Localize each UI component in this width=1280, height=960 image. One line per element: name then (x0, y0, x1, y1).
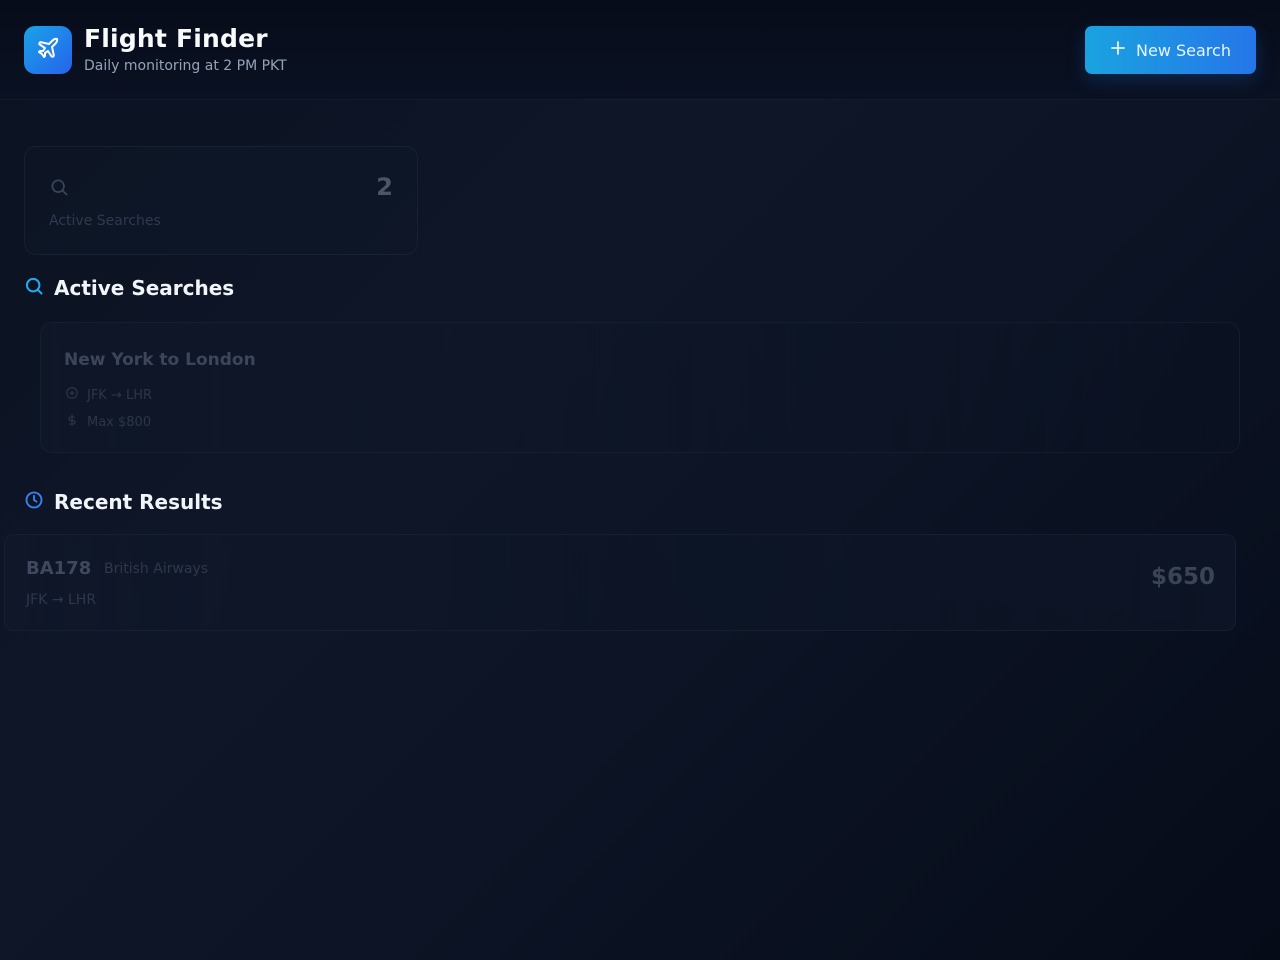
dollar-icon (65, 413, 79, 431)
app-logo (24, 26, 72, 74)
search-price-row: Max $800 (65, 413, 151, 431)
search-max-price: Max $800 (87, 414, 152, 430)
clock-icon (24, 490, 44, 514)
flight-number: BA178 (26, 558, 92, 579)
search-route-row: JFK → LHR (65, 386, 152, 404)
section-title: Active Searches (54, 276, 235, 300)
recent-results-heading: Recent Results (24, 490, 223, 514)
active-searches-stat-label: Active Searches (49, 213, 161, 229)
active-searches-count: 2 (376, 173, 393, 201)
search-icon (49, 177, 69, 201)
search-name: New York to London (64, 350, 256, 370)
plane-icon (36, 36, 60, 64)
result-price: $650 (1150, 564, 1215, 590)
active-searches-stat-card: 2 Active Searches (24, 146, 418, 255)
app-header: Flight Finder Daily monitoring at 2 PM P… (0, 0, 1280, 100)
app-title: Flight Finder (84, 24, 268, 53)
app-subtitle: Daily monitoring at 2 PM PKT (84, 58, 287, 74)
result-route: JFK → LHR (26, 592, 97, 608)
new-search-button[interactable]: New Search (1085, 26, 1256, 74)
plus-icon (1110, 40, 1126, 60)
new-search-label: New Search (1136, 40, 1231, 60)
search-route: JFK → LHR (87, 387, 153, 403)
search-card[interactable]: New York to London JFK → LHR Max $800 (40, 322, 1240, 453)
plane-icon (65, 386, 79, 404)
search-icon (24, 276, 44, 300)
section-title: Recent Results (54, 490, 223, 514)
active-searches-heading: Active Searches (24, 276, 234, 300)
result-card[interactable]: BA178 British Airways JFK → LHR $650 (4, 534, 1236, 631)
airline-name: British Airways (104, 561, 209, 577)
